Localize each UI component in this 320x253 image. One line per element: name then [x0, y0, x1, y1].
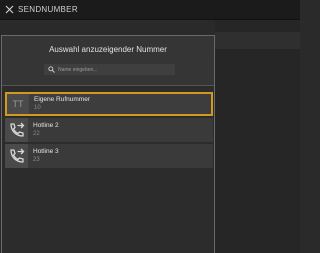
search-box[interactable]	[44, 64, 175, 75]
number-list: TT Eigene Rufnummer 10 Hotline 2 22 Hotl…	[5, 92, 213, 170]
list-item-number: 22	[33, 130, 40, 137]
search-icon	[48, 66, 55, 73]
background-panel	[215, 20, 300, 253]
list-item-number: 23	[33, 156, 40, 163]
list-item-name: Hotline 3	[33, 147, 59, 155]
list-item-text: Hotline 3 23	[28, 144, 59, 168]
dialog-title: Auswahl anzuzeigender Nummer	[49, 45, 167, 54]
list-item-hotline-3[interactable]: Hotline 3 23	[5, 144, 213, 168]
list-item-eigene-rufnummer[interactable]: TT Eigene Rufnummer 10	[5, 92, 213, 116]
list-item-name: Hotline 2	[33, 121, 59, 129]
list-item-text: Eigene Rufnummer 10	[29, 92, 90, 116]
list-item-number: 10	[34, 104, 41, 111]
close-icon	[5, 5, 13, 14]
phone-forward-icon	[5, 144, 28, 168]
initials-avatar: TT	[7, 94, 29, 114]
search-input[interactable]	[58, 65, 168, 74]
number-selection-dialog: Auswahl anzuzeigender Nummer TT Eigene R…	[1, 35, 215, 253]
list-item-hotline-2[interactable]: Hotline 2 22	[5, 118, 213, 142]
phone-forward-icon	[5, 118, 28, 142]
window-title: SENDNUMBER	[18, 5, 78, 14]
list-item-text: Hotline 2 22	[28, 118, 59, 142]
background-strip	[215, 32, 300, 49]
title-bar: SENDNUMBER	[0, 0, 300, 20]
dialog-header: Auswahl anzuzeigender Nummer	[2, 36, 214, 86]
close-button[interactable]	[0, 0, 18, 20]
list-item-name: Eigene Rufnummer	[34, 95, 90, 103]
